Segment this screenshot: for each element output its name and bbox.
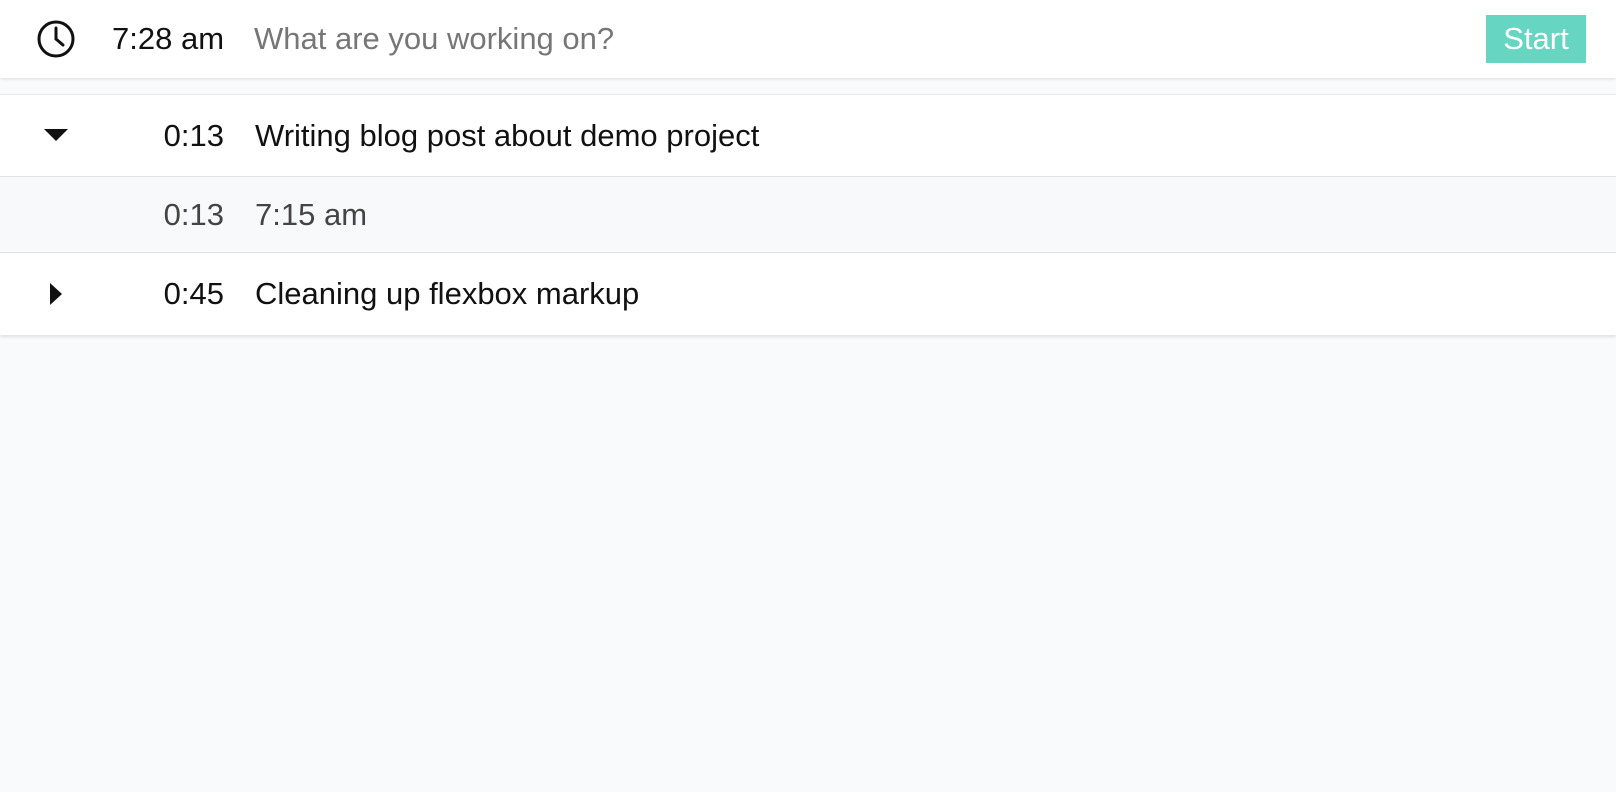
caret-down-icon[interactable] bbox=[0, 95, 112, 176]
entry-title: Cleaning up flexbox markup bbox=[255, 276, 640, 311]
entry-duration: 0:13 bbox=[163, 117, 224, 153]
session-start-time: 7:15 am bbox=[255, 196, 368, 232]
session-indent bbox=[0, 177, 112, 252]
entry-title: Writing blog post about demo project bbox=[255, 117, 760, 153]
clock-icon bbox=[0, 19, 112, 59]
start-button[interactable]: Start bbox=[1486, 15, 1586, 63]
current-time: 7:28 am bbox=[112, 21, 225, 56]
entry-row[interactable]: 0:45 Cleaning up flexbox markup bbox=[0, 253, 1616, 335]
session-duration: 0:13 bbox=[163, 196, 224, 232]
session-row: 0:13 7:15 am bbox=[0, 177, 1616, 253]
entry-list: 0:13 Writing blog post about demo projec… bbox=[0, 94, 1616, 335]
entry-duration: 0:45 bbox=[163, 276, 224, 311]
entry-row[interactable]: 0:13 Writing blog post about demo projec… bbox=[0, 95, 1616, 177]
caret-right-icon[interactable] bbox=[0, 253, 112, 335]
task-input[interactable] bbox=[254, 9, 1486, 69]
timer-bar: 7:28 am Start bbox=[0, 0, 1616, 78]
